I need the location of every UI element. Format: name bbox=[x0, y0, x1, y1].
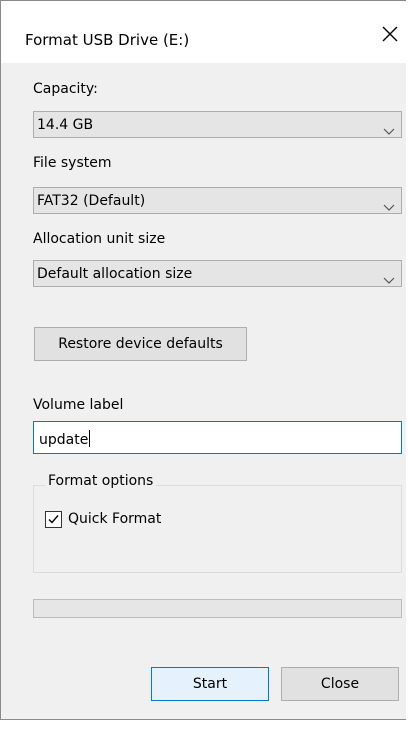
checkmark-icon bbox=[48, 515, 59, 524]
allocation-unit-dropdown[interactable]: Default allocation size bbox=[33, 260, 402, 287]
file-system-dropdown[interactable]: FAT32 (Default) bbox=[33, 187, 402, 214]
close-icon[interactable] bbox=[379, 23, 401, 45]
volume-label-input[interactable]: update bbox=[33, 421, 402, 454]
text-caret bbox=[89, 430, 91, 447]
chevron-down-icon bbox=[383, 270, 395, 284]
close-button[interactable]: Close bbox=[281, 667, 399, 701]
capacity-dropdown[interactable]: 14.4 GB bbox=[33, 111, 402, 138]
capacity-value: 14.4 GB bbox=[37, 117, 94, 133]
quick-format-checkbox[interactable] bbox=[45, 511, 62, 528]
file-system-label: File system bbox=[33, 155, 112, 171]
file-system-value: FAT32 (Default) bbox=[37, 193, 146, 209]
format-progress-bar bbox=[33, 599, 402, 618]
chevron-down-icon bbox=[383, 197, 395, 211]
volume-label-label: Volume label bbox=[33, 397, 124, 413]
format-options-group bbox=[33, 485, 402, 573]
restore-defaults-button[interactable]: Restore device defaults bbox=[34, 327, 247, 361]
start-button[interactable]: Start bbox=[151, 667, 269, 701]
title-bar: Format USB Drive (E:) bbox=[1, 1, 407, 63]
format-dialog: Format USB Drive (E:) Capacity: 14.4 GB … bbox=[0, 0, 407, 720]
dialog-title: Format USB Drive (E:) bbox=[25, 31, 190, 49]
chevron-down-icon bbox=[383, 121, 395, 135]
allocation-unit-label: Allocation unit size bbox=[33, 231, 166, 247]
format-options-title: Format options bbox=[45, 473, 157, 489]
quick-format-label[interactable]: Quick Format bbox=[68, 511, 161, 527]
capacity-label: Capacity: bbox=[33, 81, 98, 97]
allocation-unit-value: Default allocation size bbox=[37, 266, 193, 282]
volume-label-value: update bbox=[39, 432, 89, 448]
